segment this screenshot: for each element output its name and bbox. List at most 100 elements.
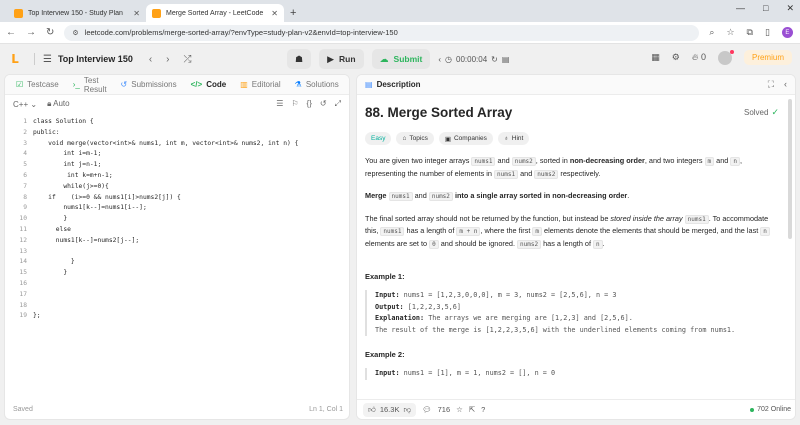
premium-button[interactable]: Premium <box>743 50 792 65</box>
braces-icon[interactable]: {} <box>307 99 312 109</box>
submit-button[interactable]: ☁ Submit <box>371 49 431 69</box>
site-info-icon[interactable]: ⚙ <box>72 29 78 37</box>
hint-chip[interactable]: ♁ Hint <box>497 132 530 145</box>
cursor-position: Ln 1, Col 1 <box>309 405 343 413</box>
zoom-icon[interactable]: ⌕ <box>709 27 714 38</box>
code-area[interactable]: 1 class Solution {2 public: 3 void merge(ve… <box>5 117 349 397</box>
code-line[interactable]: 6 int k=m+n-1; <box>5 171 349 182</box>
streak-counter[interactable]: 🔥︎ 0 <box>692 52 706 63</box>
browser-tab-merge-sorted-array[interactable]: Merge Sorted Array - LeetCode ✕ <box>146 4 284 22</box>
code-text: } <box>33 269 68 277</box>
code-line[interactable]: 17 <box>5 290 349 301</box>
browser-tab-study-plan[interactable]: Top Interview 150 - Study Plan ✕ <box>8 4 146 22</box>
play-icon: ▶ <box>327 53 334 64</box>
code-line[interactable]: 19}; <box>5 311 349 322</box>
tab-test-result[interactable]: ›_ Test Result <box>68 76 112 94</box>
close-tab-icon[interactable]: ✕ <box>133 9 140 18</box>
description-panel-tabs: ▤ Description ⛶ ‹ <box>357 75 795 95</box>
thumbs-up-icon[interactable]: 👍︎ <box>368 405 376 415</box>
favorite-star-icon[interactable]: ☆ <box>456 405 463 414</box>
run-label: Run <box>339 54 356 64</box>
solved-label: Solved <box>743 108 769 117</box>
online-count: 702 Online <box>750 406 791 413</box>
debug-button[interactable]: ☗ <box>287 49 312 69</box>
line-number: 18 <box>19 301 27 309</box>
extensions-icon[interactable]: ⧉ <box>747 27 753 38</box>
code-line[interactable]: 18 <box>5 301 349 312</box>
tab-label: Editorial <box>251 80 281 89</box>
code-line[interactable]: 10 } <box>5 214 349 225</box>
language-select[interactable]: C++ ⌄ <box>13 100 37 109</box>
tab-editorial[interactable]: ▥ Editorial <box>235 80 285 89</box>
auto-mode-toggle[interactable]: 🔒︎ Auto <box>47 99 70 109</box>
layout-icon[interactable]: ▦ <box>651 52 660 63</box>
prev-problem-icon[interactable]: ‹ <box>149 54 152 65</box>
tab-submissions[interactable]: ↺ Submissions <box>116 80 182 89</box>
forward-arrow-icon[interactable]: → <box>26 27 36 38</box>
tab-testcase[interactable]: ☑ Testcase <box>11 80 64 89</box>
shuffle-icon[interactable]: ⤮ <box>184 54 192 65</box>
bookmark-icon[interactable]: ⚐ <box>291 99 298 109</box>
side-panel-icon[interactable]: ▯ <box>765 27 770 38</box>
minimize-icon[interactable]: — <box>736 3 745 14</box>
study-plan-title[interactable]: Top Interview 150 <box>58 54 133 64</box>
topics-chip[interactable]: ⌂ Topics <box>396 132 434 145</box>
code-line[interactable]: 11 else <box>5 225 349 236</box>
fullscreen-icon[interactable]: ⤢ <box>335 99 341 109</box>
url-field[interactable]: ⚙ leetcode.com/problems/merge-sorted-arr… <box>64 24 700 41</box>
timer[interactable]: ‹ ◷ 00:00:04 ↻ ▤ <box>438 55 509 64</box>
settings-gear-icon[interactable]: ⚙ <box>672 52 680 63</box>
close-window-icon[interactable]: ✕ <box>786 3 794 14</box>
tab-code[interactable]: </> Code <box>186 80 232 89</box>
companies-chip[interactable]: ▣ Companies <box>438 132 493 145</box>
code-line[interactable]: 2 public: <box>5 128 349 139</box>
bookmark-star-icon[interactable]: ☆ <box>726 27 734 38</box>
notes-icon[interactable]: ▤ <box>502 55 510 64</box>
maximize-icon[interactable]: □ <box>763 3 768 14</box>
chip-label: Companies <box>453 135 487 142</box>
code-line[interactable]: 3 void merge(vector<int>& nums1, int m, … <box>5 139 349 150</box>
reload-icon[interactable]: ↻ <box>46 27 54 38</box>
browser-actions: ⌕ ☆ ⧉ ▯ E ⋮ <box>709 27 800 38</box>
profile-avatar[interactable]: E <box>781 27 793 38</box>
collapse-timer-icon[interactable]: ‹ <box>438 55 441 64</box>
code-line[interactable]: 9 nums1[k--]=nums1[i--]; <box>5 203 349 214</box>
comment-icon[interactable]: 💬︎ <box>422 405 432 414</box>
problem-title[interactable]: 88. Merge Sorted Array <box>365 105 512 120</box>
new-tab-button[interactable]: + <box>290 7 296 19</box>
close-tab-icon[interactable]: ✕ <box>271 9 278 18</box>
leetcode-logo-icon[interactable]: ᒪ <box>8 52 22 66</box>
tab-description[interactable]: ▤ Description <box>365 80 421 89</box>
line-number: 17 <box>19 290 27 298</box>
share-icon[interactable]: ⇱ <box>469 405 475 414</box>
code-line[interactable]: 13 <box>5 247 349 258</box>
reset-timer-icon[interactable]: ↻ <box>491 55 498 64</box>
maximize-panel-icon[interactable]: ⛶ <box>768 79 774 90</box>
tab-solutions[interactable]: ⚗ Solutions <box>290 80 344 89</box>
code-line[interactable]: 4 int i=m-1; <box>5 149 349 160</box>
line-number: 5 <box>23 161 27 169</box>
code-line[interactable]: 5 int j=n-1; <box>5 160 349 171</box>
line-number: 8 <box>23 193 27 201</box>
thumbs-down-icon[interactable]: 👎︎ <box>403 405 411 415</box>
code-line[interactable]: 14 } <box>5 257 349 268</box>
user-avatar[interactable] <box>717 49 734 65</box>
code-line[interactable]: 12 nums1[k--]=nums2[j--]; <box>5 236 349 247</box>
problem-list-icon[interactable]: ☰ <box>43 54 52 65</box>
run-button[interactable]: ▶ Run <box>319 49 364 69</box>
description-scrollbar[interactable] <box>788 99 792 239</box>
history-icon: ↺ <box>120 80 128 89</box>
next-problem-icon[interactable]: › <box>166 54 169 65</box>
back-arrow-icon[interactable]: ← <box>6 27 16 38</box>
code-line[interactable]: 7 while(j>=0){ <box>5 182 349 193</box>
code-text: int i=m-1; <box>33 150 102 158</box>
code-line[interactable]: 8 if (i>=0 && nums1[i]>nums2[j]) { <box>5 193 349 204</box>
reset-code-icon[interactable]: ↺ <box>320 99 327 109</box>
code-line[interactable]: 1 class Solution { <box>5 117 349 128</box>
format-icon[interactable]: ☰ <box>276 99 283 109</box>
help-icon[interactable]: ? <box>481 405 485 414</box>
code-line[interactable]: 15 } <box>5 268 349 279</box>
code-text: if (i>=0 && nums1[i]>nums2[j]) { <box>33 193 181 201</box>
code-line[interactable]: 16 <box>5 279 349 290</box>
collapse-panel-icon[interactable]: ‹ <box>784 79 787 90</box>
